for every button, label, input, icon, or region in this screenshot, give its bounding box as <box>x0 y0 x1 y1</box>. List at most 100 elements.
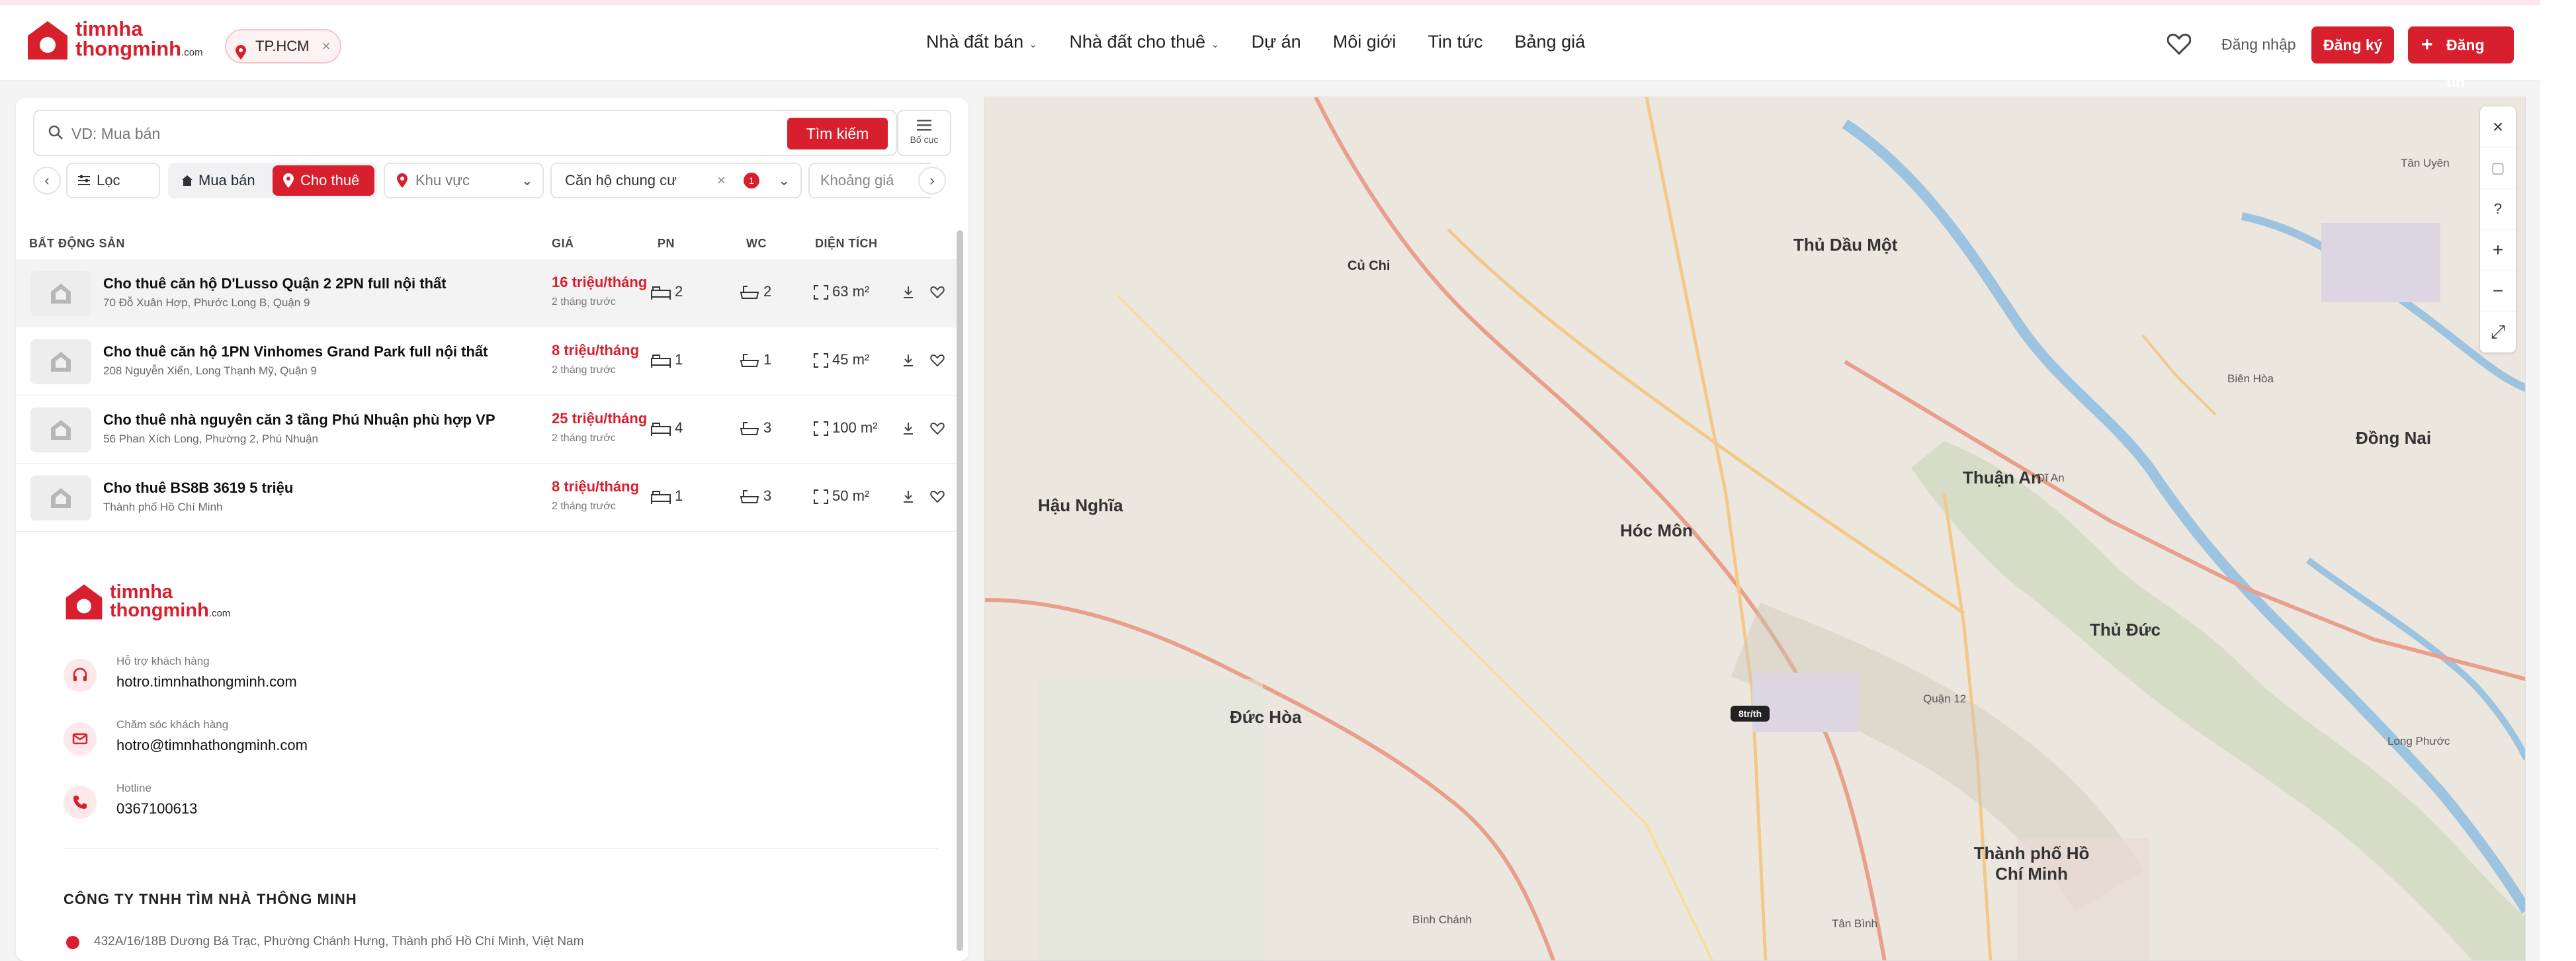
bed-icon <box>651 491 671 505</box>
price-marker[interactable]: 8tr/th <box>1731 706 1770 722</box>
hotline-number[interactable]: 0367100613 <box>116 800 197 817</box>
table-header: BẤT ĐỘNG SẢN GIÁ PN WC DIỆN TÍCH <box>16 228 968 258</box>
area-select[interactable]: Khu vực ⌄ <box>384 163 544 198</box>
site-logo[interactable]: timnha thongminh.com <box>25 19 203 63</box>
listing-time: 2 tháng trước <box>552 433 616 444</box>
tab-sale[interactable]: Mua bán <box>171 165 270 196</box>
clear-icon[interactable]: × <box>717 164 726 197</box>
home-icon <box>182 175 193 186</box>
map-background <box>985 97 2525 960</box>
download-icon[interactable] <box>902 422 914 439</box>
listing-thumbnail <box>30 271 91 316</box>
table-row[interactable]: Cho thuê nhà nguyên căn 3 tầng Phú Nhuận… <box>16 396 957 464</box>
heart-icon[interactable] <box>2167 33 2192 59</box>
company-name: CÔNG TY TNHH TÌM NHÀ THÔNG MINH <box>64 891 357 907</box>
plus-icon: + <box>2421 34 2433 56</box>
nav-item-sale[interactable]: Nhà đất bán ⌄ <box>926 32 1038 52</box>
nav-item-projects[interactable]: Dự án <box>1252 32 1301 52</box>
care-email-link[interactable]: hotro@timnhathongminh.com <box>116 737 308 754</box>
location-dot-icon <box>66 936 79 949</box>
fullscreen-button[interactable]: ⤢ <box>2480 312 2516 353</box>
listing-time: 2 tháng trước <box>552 364 616 376</box>
nav-item-brokers[interactable]: Môi giới <box>1333 32 1396 52</box>
layout-toggle-button[interactable]: Bố cục <box>897 110 951 156</box>
support-link[interactable]: hotro.timnhathongminh.com <box>116 673 297 690</box>
property-type-select[interactable]: Căn hộ chung cư × 1 ⌄ <box>550 163 802 198</box>
chevron-right-icon: › <box>929 172 935 188</box>
listing-address: Thành phố Hồ Chí Minh <box>103 501 223 513</box>
download-icon[interactable] <box>902 286 914 302</box>
map-label-place: Bình Chánh <box>1412 913 1472 926</box>
bathtub-icon <box>740 286 759 300</box>
filter-button[interactable]: Lọc <box>66 163 160 198</box>
panel-scrollbar[interactable] <box>957 230 963 951</box>
map-label-place: Hóc Môn <box>1620 521 1693 540</box>
tab-rent[interactable]: Cho thuê <box>273 165 374 196</box>
listing-title[interactable]: Cho thuê BS8B 3619 5 triệu <box>103 480 293 497</box>
zoom-in-button[interactable]: + <box>2480 230 2516 271</box>
login-link[interactable]: Đăng nhập <box>2221 36 2296 54</box>
bedroom-count: 1 <box>675 487 683 504</box>
heart-icon[interactable] <box>930 286 945 302</box>
draw-area-button[interactable]: ▢ <box>2480 147 2516 188</box>
listing-price: 16 triệu/tháng <box>552 274 648 290</box>
listing-title[interactable]: Cho thuê căn hộ D'Lusso Quận 2 2PN full … <box>103 275 447 292</box>
selected-count-badge: 1 <box>744 173 759 188</box>
bed-icon <box>651 355 671 368</box>
bedroom-count: 4 <box>675 419 683 436</box>
bathtub-icon <box>740 354 759 368</box>
col-price[interactable]: GIÁ <box>552 237 574 251</box>
nav-item-news[interactable]: Tin tức <box>1428 32 1482 52</box>
col-bathrooms[interactable]: WC <box>746 237 767 251</box>
nav-item-pricing[interactable]: Bảng giá <box>1515 32 1586 52</box>
col-bedrooms[interactable]: PN <box>658 237 675 251</box>
download-icon[interactable] <box>902 354 914 370</box>
menu-icon <box>917 120 931 131</box>
listing-thumbnail <box>30 407 91 452</box>
table-row[interactable]: Cho thuê căn hộ 1PN Vinhomes Grand Park … <box>16 327 957 396</box>
heart-icon[interactable] <box>930 354 945 370</box>
listing-thumbnail <box>30 476 91 521</box>
expand-icon <box>814 489 828 505</box>
map-view[interactable]: Thủ Dầu Một Hóc Môn Thuận An Dĩ An Thủ Đ… <box>984 97 2526 961</box>
house-placeholder-icon <box>51 488 71 508</box>
col-area[interactable]: DIỆN TÍCH <box>815 237 878 251</box>
search-input[interactable] <box>71 119 799 148</box>
logo-wordmark: timnha thongminh.com <box>75 17 203 60</box>
close-icon[interactable]: × <box>322 30 331 62</box>
nav-item-rent[interactable]: Nhà đất cho thuê ⌄ <box>1070 32 1220 52</box>
expand-icon <box>814 285 828 300</box>
filter-row: ‹ Lọc Mua bán Cho thuê Khu vực ⌄ Căn hộ … <box>33 163 951 200</box>
map-label-place: Quận 12 <box>1923 692 1967 705</box>
heart-icon[interactable] <box>930 422 945 439</box>
panel-footer: timnha thongminh.com Hỗ trợ khách hàng h… <box>48 582 954 949</box>
area-value: 50 m² <box>832 487 870 504</box>
table-row[interactable]: Cho thuê BS8B 3619 5 triệu Thành phố Hồ … <box>16 464 957 532</box>
bedroom-count: 1 <box>675 351 683 368</box>
scroll-left-button[interactable]: ‹ <box>33 167 61 194</box>
close-map-button[interactable]: × <box>2480 106 2516 147</box>
download-icon[interactable] <box>902 490 914 507</box>
transaction-type-toggle: Mua bán Cho thuê <box>168 163 377 198</box>
register-button[interactable]: Đăng ký <box>2311 26 2395 63</box>
help-button[interactable]: ? <box>2480 188 2516 230</box>
listing-title[interactable]: Cho thuê nhà nguyên căn 3 tầng Phú Nhuận… <box>103 411 495 429</box>
care-contact: Chăm sóc khách hàng hotro@timnhathongmin… <box>48 713 954 776</box>
listing-title[interactable]: Cho thuê căn hộ 1PN Vinhomes Grand Park … <box>103 343 488 360</box>
city-chip[interactable]: TP.HCM × <box>225 29 341 63</box>
zoom-out-button[interactable]: − <box>2480 271 2516 312</box>
table-row[interactable]: Cho thuê căn hộ D'Lusso Quận 2 2PN full … <box>16 259 957 327</box>
search-button[interactable]: Tìm kiếm <box>787 118 888 149</box>
area-value: 45 m² <box>832 351 870 368</box>
heart-icon[interactable] <box>930 490 945 507</box>
bathroom-count: 2 <box>763 283 772 300</box>
expand-icon <box>814 421 828 437</box>
care-label: Chăm sóc khách hàng <box>116 718 229 731</box>
city-chip-label: TP.HCM <box>255 38 310 54</box>
scroll-right-button[interactable]: › <box>918 167 946 194</box>
price-range-select[interactable]: Khoảng giá <box>808 163 931 198</box>
col-property[interactable]: BẤT ĐỘNG SẢN <box>29 237 125 251</box>
chevron-down-icon: ⌄ <box>521 172 533 188</box>
map-controls: × ▢ ? + − ⤢ <box>2480 106 2516 353</box>
post-listing-button[interactable]: + Đăng tin <box>2408 26 2514 91</box>
